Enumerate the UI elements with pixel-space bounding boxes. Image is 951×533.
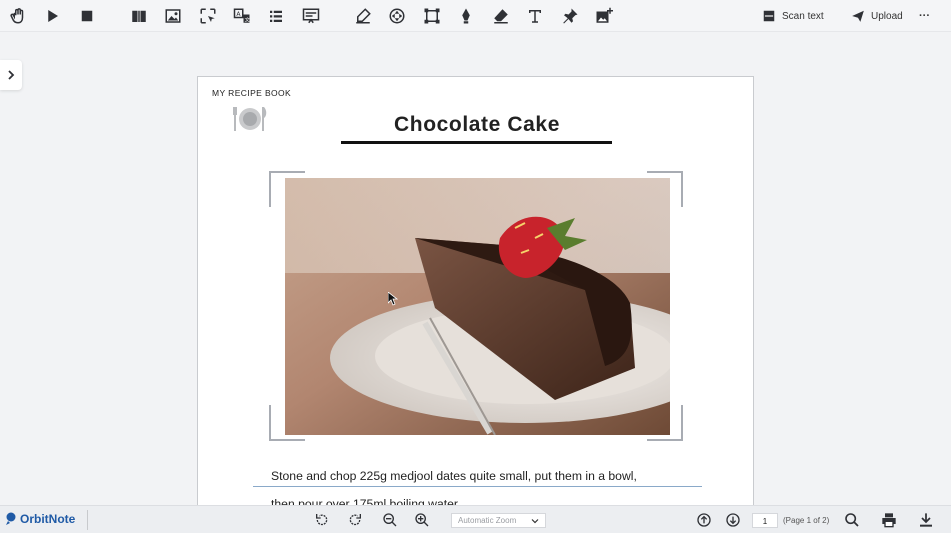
stop-button[interactable] [76, 5, 98, 27]
image-icon [165, 9, 181, 23]
text-selection-line [253, 486, 702, 487]
download-button[interactable] [917, 511, 935, 529]
pen-button[interactable] [455, 5, 477, 27]
rotate-left-icon [316, 514, 328, 526]
recipe-step-line-2: then pour over 175ml boiling water [271, 497, 458, 505]
title-underline [341, 141, 612, 144]
list-icon [270, 10, 282, 22]
list-button[interactable] [265, 5, 287, 27]
translate-icon: A文 [233, 8, 251, 23]
page-count-label: (Page 1 of 2) [783, 516, 830, 525]
more-icon: ··· [919, 10, 930, 22]
rotate-left-button[interactable] [313, 511, 331, 529]
reading-mode-button[interactable] [128, 5, 150, 27]
pin-icon [563, 8, 578, 24]
search-button[interactable] [843, 511, 861, 529]
scan-icon [763, 10, 775, 22]
eraser-button[interactable] [490, 5, 512, 27]
scan-text-label: Scan text [782, 10, 824, 22]
hand-tool-button[interactable] [7, 5, 29, 27]
translate-button[interactable]: A文 [231, 5, 253, 27]
add-image-button[interactable] [593, 5, 615, 27]
send-icon [852, 10, 864, 22]
stop-icon [81, 10, 93, 22]
highlighter-button[interactable] [352, 5, 374, 27]
logo-text: OrbitNote [20, 512, 76, 526]
zoom-in-button[interactable] [413, 511, 431, 529]
book-icon [132, 10, 146, 22]
plate-cutlery-icon [233, 107, 267, 131]
document-page: MY RECIPE BOOK Chocolate Cake Stone and … [197, 76, 754, 505]
shape-button[interactable] [421, 5, 443, 27]
chevron-down-icon [531, 519, 539, 524]
zoom-level-select[interactable]: Automatic Zoom [451, 513, 546, 528]
pin-button[interactable] [559, 5, 581, 27]
upload-button[interactable]: Upload [851, 6, 903, 26]
select-area-icon [200, 8, 216, 24]
move-icon [389, 8, 405, 24]
orbitnote-logo-icon [6, 512, 16, 525]
arrow-up-circle-icon [697, 513, 711, 527]
previous-page-button[interactable] [695, 511, 713, 529]
download-icon [920, 513, 932, 527]
bottom-toolbar: OrbitNote Automatic Zoom (Page 1 of 2) [0, 505, 951, 533]
arrow-down-circle-icon [726, 513, 740, 527]
more-options-button[interactable]: ··· [919, 6, 930, 26]
scan-text-button[interactable]: Scan text [762, 6, 824, 26]
mouse-cursor-icon [388, 292, 398, 306]
zoom-level-value: Automatic Zoom [458, 516, 517, 525]
presentation-button[interactable] [300, 5, 322, 27]
image-button[interactable] [162, 5, 184, 27]
play-icon [48, 10, 58, 22]
recipe-step-line-1: Stone and chop 225g medjool dates quite … [271, 469, 637, 483]
search-icon [845, 513, 859, 527]
pen-icon [462, 8, 470, 24]
orbitnote-logo: OrbitNote [5, 512, 75, 526]
move-button[interactable] [386, 5, 408, 27]
chocolate-cake-photo[interactable] [285, 178, 670, 435]
print-button[interactable] [880, 511, 898, 529]
top-toolbar: A文 Scan text Upload ··· [0, 0, 951, 32]
print-icon [882, 513, 896, 528]
hand-icon [10, 8, 24, 24]
select-area-button[interactable] [197, 5, 219, 27]
shape-icon [424, 8, 440, 24]
zoom-out-button[interactable] [381, 511, 399, 529]
next-page-button[interactable] [724, 511, 742, 529]
logo-divider [87, 510, 88, 530]
play-button[interactable] [41, 5, 63, 27]
zoom-in-icon [415, 513, 429, 527]
rotate-right-button[interactable] [346, 511, 364, 529]
text-icon [529, 10, 541, 23]
recipe-title: Chocolate Cake [394, 113, 560, 136]
presentation-icon [302, 8, 320, 24]
recipe-book-label: MY RECIPE BOOK [212, 88, 292, 98]
zoom-out-icon [383, 513, 397, 527]
eraser-icon [494, 9, 508, 24]
page-number-input[interactable] [752, 513, 778, 528]
document-viewer[interactable]: MY RECIPE BOOK Chocolate Cake Stone and … [0, 33, 951, 505]
highlighter-icon [356, 8, 371, 24]
add-image-icon [596, 7, 613, 23]
upload-label: Upload [871, 10, 903, 22]
text-button[interactable] [524, 5, 546, 27]
rotate-right-icon [349, 514, 361, 526]
